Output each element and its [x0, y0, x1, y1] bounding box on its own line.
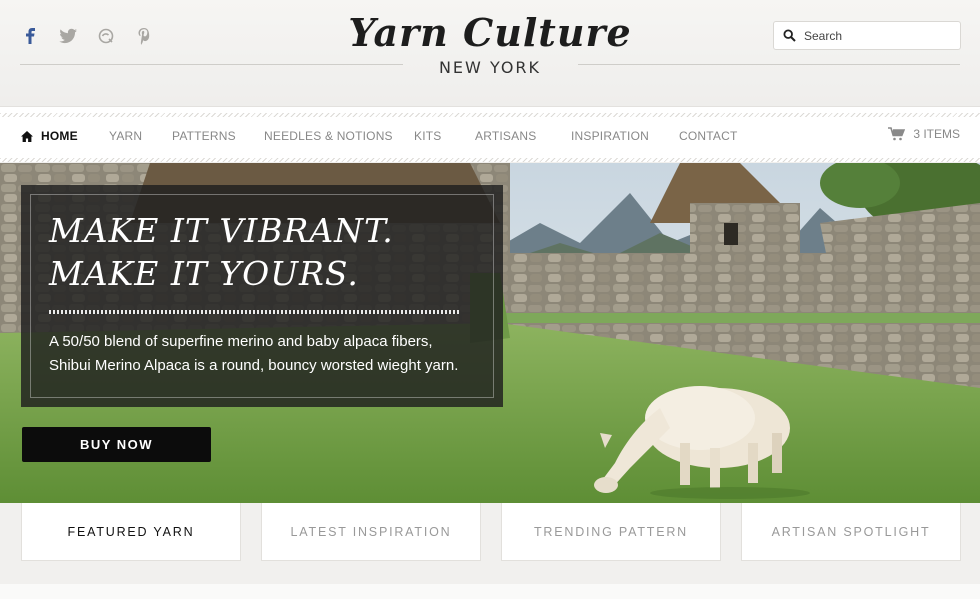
search-box[interactable] — [773, 21, 961, 50]
nav-item-inspiration[interactable]: INSPIRATION — [571, 129, 679, 143]
description-line-1: A 50/50 blend of superfine merino and ba… — [49, 333, 433, 350]
brand-subtitle: NEW YORK — [438, 58, 542, 77]
nav-item-patterns[interactable]: PATTERNS — [172, 129, 264, 143]
description-line-2: Shibui Merino Alpaca is a round, bouncy … — [49, 357, 459, 374]
tab-trending-pattern[interactable]: TRENDING PATTERN — [501, 503, 721, 561]
nav-item-yarn[interactable]: YARN — [109, 129, 172, 143]
nav-item-artisans[interactable]: ARTISANS — [475, 129, 571, 143]
tab-artisan-spotlight[interactable]: ARTISAN SPOTLIGHT — [741, 503, 961, 561]
nav-item-home[interactable]: HOME — [21, 129, 109, 143]
header-divider-left — [20, 64, 403, 65]
main-nav: HOME YARN PATTERNS NEEDLES & NOTIONS KIT… — [0, 106, 980, 162]
tab-featured-yarn[interactable]: FEATURED YARN — [21, 503, 241, 561]
content-area-top — [0, 584, 980, 599]
headline-line-2: MAKE IT YOURS. — [49, 254, 359, 293]
header-divider-right — [578, 64, 960, 65]
cart-link[interactable]: 3 ITEMS — [888, 127, 960, 141]
cart-icon — [888, 127, 906, 141]
buy-now-button[interactable]: BUY NOW — [22, 427, 211, 462]
nav-label: HOME — [41, 129, 78, 143]
hero-headline: MAKE IT VIBRANT. MAKE IT YOURS. — [49, 209, 394, 295]
feature-tabs: FEATURED YARN LATEST INSPIRATION TRENDIN… — [21, 503, 961, 561]
search-icon — [774, 29, 804, 42]
headline-line-1: MAKE IT VIBRANT. — [49, 211, 394, 250]
nav-item-needles-notions[interactable]: NEEDLES & NOTIONS — [264, 129, 414, 143]
headline-divider — [49, 310, 461, 314]
nav-items: HOME YARN PATTERNS NEEDLES & NOTIONS KIT… — [21, 129, 749, 143]
site-header: Yarn Culture NEW YORK — [0, 0, 980, 106]
nav-item-contact[interactable]: CONTACT — [679, 129, 749, 143]
hero-banner: MAKE IT VIBRANT. MAKE IT YOURS. A 50/50 … — [0, 163, 980, 503]
cart-count: 3 ITEMS — [913, 127, 960, 141]
nav-item-kits[interactable]: KITS — [414, 129, 475, 143]
search-input[interactable] — [804, 28, 954, 43]
home-icon — [21, 130, 33, 142]
promo-panel: MAKE IT VIBRANT. MAKE IT YOURS. A 50/50 … — [21, 185, 503, 407]
tab-latest-inspiration[interactable]: LATEST INSPIRATION — [261, 503, 481, 561]
hero-description: A 50/50 blend of superfine merino and ba… — [49, 330, 479, 378]
